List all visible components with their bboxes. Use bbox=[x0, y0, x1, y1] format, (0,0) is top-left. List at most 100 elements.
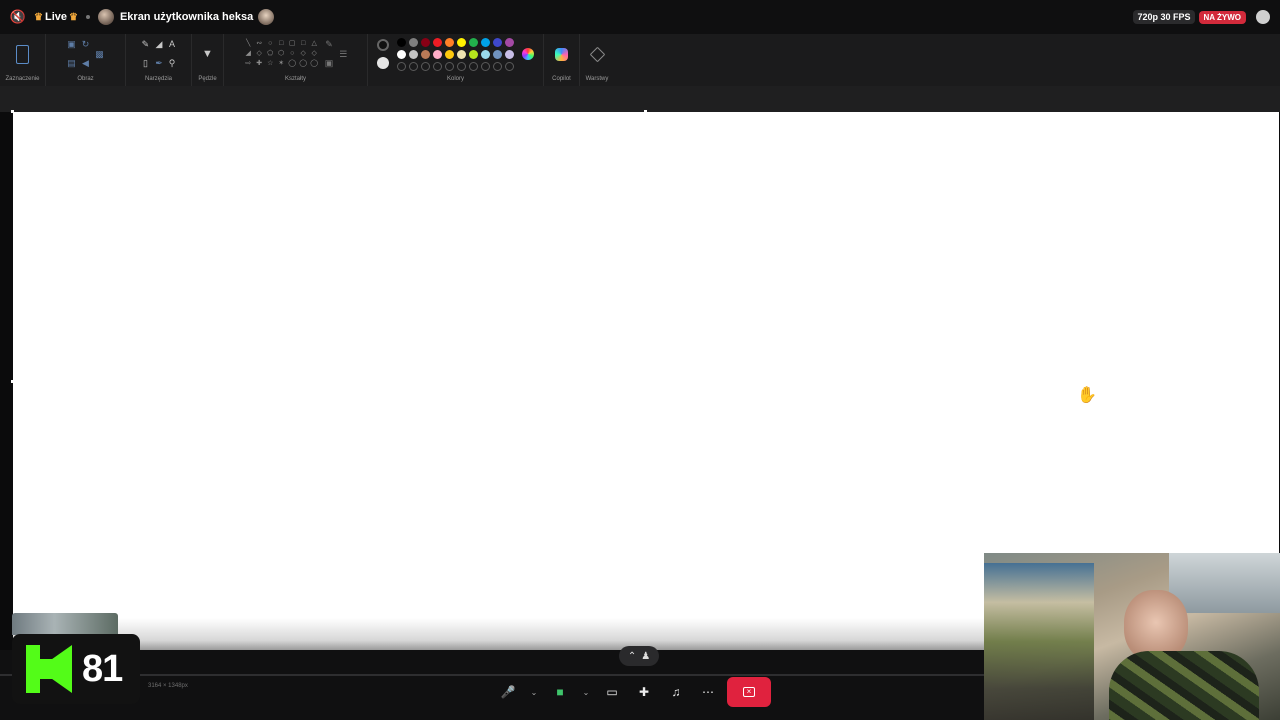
palette-color-swatch[interactable] bbox=[445, 37, 454, 47]
soundboard-button[interactable]: ♫ bbox=[663, 679, 689, 705]
separator-dot bbox=[85, 15, 90, 19]
color-picker-icon[interactable]: ✒ bbox=[155, 59, 163, 68]
selection-group-label: Zaznaczenie bbox=[5, 76, 40, 82]
canvas-resize-handle[interactable] bbox=[644, 110, 647, 113]
microphone-button[interactable]: 🎤 bbox=[495, 679, 521, 705]
rotate-icon[interactable]: ↻ bbox=[82, 40, 90, 49]
palette-color-swatch[interactable] bbox=[457, 37, 466, 47]
palette-color-swatch[interactable] bbox=[409, 49, 418, 59]
palette-color-swatch[interactable] bbox=[445, 49, 454, 59]
custom-color-slot[interactable] bbox=[445, 61, 454, 71]
text-icon[interactable]: A bbox=[169, 40, 175, 49]
webcam-person-body bbox=[1109, 651, 1259, 720]
crop-icon[interactable]: ▣ bbox=[67, 40, 76, 49]
canvas-resize-handle[interactable] bbox=[11, 110, 14, 113]
custom-color-slot[interactable] bbox=[469, 61, 478, 71]
palette-color-swatch[interactable] bbox=[493, 37, 502, 47]
palette-color-swatch[interactable] bbox=[493, 49, 502, 59]
more-icon: ⋯ bbox=[702, 685, 714, 699]
custom-color-slot[interactable] bbox=[481, 61, 490, 71]
magnifier-icon[interactable]: ⚲ bbox=[169, 59, 176, 68]
canvas-size-readout: 3164 × 1348px bbox=[148, 683, 188, 689]
custom-color-slot[interactable] bbox=[493, 61, 502, 71]
participant-thumbnail[interactable] bbox=[12, 613, 118, 635]
shapes-group-label: Kształty bbox=[284, 76, 306, 82]
webcam-background-shelf bbox=[984, 563, 1094, 720]
image-select-icon[interactable]: ▩ bbox=[95, 49, 104, 59]
custom-color-slot[interactable] bbox=[433, 61, 442, 71]
selection-icon[interactable] bbox=[16, 44, 29, 64]
resize-icon[interactable]: ▤ bbox=[67, 59, 76, 68]
canvas-resize-handle[interactable] bbox=[1276, 380, 1279, 383]
layers-icon[interactable] bbox=[589, 46, 605, 62]
palette-color-swatch[interactable] bbox=[469, 49, 478, 59]
palette-color-swatch[interactable] bbox=[505, 49, 514, 59]
palette-color-swatch[interactable] bbox=[421, 49, 430, 59]
palette-color-swatch[interactable] bbox=[481, 49, 490, 59]
colors-group: Kolory bbox=[368, 34, 544, 86]
camera-icon: ■ bbox=[556, 685, 564, 699]
palette-color-swatch[interactable] bbox=[457, 49, 466, 59]
primary-color-swatch[interactable] bbox=[377, 39, 389, 51]
live-label: Live bbox=[44, 11, 67, 23]
secondary-color-swatch[interactable] bbox=[377, 57, 389, 69]
camera-button[interactable]: ■ bbox=[547, 679, 573, 705]
palette-color-swatch[interactable] bbox=[481, 37, 490, 47]
leave-call-button[interactable]: × bbox=[727, 677, 771, 707]
image-group-label: Obraz bbox=[77, 76, 94, 82]
streamer-avatar[interactable] bbox=[258, 9, 275, 25]
webcam-background-chair bbox=[1169, 553, 1280, 613]
fill-icon[interactable]: ◢ bbox=[156, 40, 163, 49]
shapes-gallery[interactable]: ╲ ∾ ○ □ ▢ □ △ ◢ ◇ ⬠ ⬡ ○ ◇ ◇ ⇨ ✚ ☆ ✶ ◯ ◯ ◯ bbox=[244, 40, 319, 68]
paint-ribbon: Zaznaczenie ▣ ▤ ↻ ◀ ▩ Obraz ✎ ▯ ◢ ✒ A ⚲ Narzę… bbox=[0, 34, 1280, 86]
shapes-group: ╲ ∾ ○ □ ▢ □ △ ◢ ◇ ⬠ ⬡ ○ ◇ ◇ ⇨ ✚ ☆ ✶ ◯ ◯ ◯ ✎ ▣ ☰ Kształty bbox=[224, 34, 368, 86]
palette-color-swatch[interactable] bbox=[397, 49, 406, 59]
edit-colors-icon[interactable] bbox=[522, 48, 534, 60]
selection-group: Zaznaczenie bbox=[0, 34, 46, 86]
workspace-background bbox=[0, 86, 1280, 112]
palette-color-swatch[interactable] bbox=[397, 37, 406, 47]
shape-fill-icon[interactable]: ▣ bbox=[325, 59, 334, 68]
color-palette bbox=[397, 37, 514, 71]
colors-group-label: Kolory bbox=[446, 76, 464, 82]
palette-color-swatch[interactable] bbox=[433, 37, 442, 47]
palette-color-swatch[interactable] bbox=[409, 37, 418, 47]
eraser-icon[interactable]: ▯ bbox=[143, 59, 148, 68]
mute-speaker-icon[interactable]: 🔇 bbox=[8, 7, 28, 27]
custom-color-slot[interactable] bbox=[421, 61, 430, 71]
quality-badge[interactable]: 720p 30 FPS bbox=[1133, 10, 1195, 24]
kick-logo-icon bbox=[26, 645, 72, 693]
chat-bubble-icon[interactable] bbox=[1256, 10, 1270, 24]
camera-options-button[interactable]: ⌄ bbox=[579, 679, 593, 705]
palette-color-swatch[interactable] bbox=[433, 49, 442, 59]
screen-share-icon: ▭ bbox=[606, 685, 618, 699]
crown-icon: ♛ bbox=[68, 11, 78, 23]
viewer-count: 81 bbox=[82, 647, 123, 690]
copilot-group-label: Copilot bbox=[552, 76, 571, 82]
palette-color-swatch[interactable] bbox=[469, 37, 478, 47]
user-avatar[interactable] bbox=[97, 9, 114, 25]
call-controls: 🎤 ⌄ ■ ⌄ ▭ ✚ ♫ ⋯ × bbox=[495, 677, 780, 707]
more-options-button[interactable]: ⋯ bbox=[695, 679, 721, 705]
activities-button[interactable]: ✚ bbox=[631, 679, 657, 705]
status-divider bbox=[0, 674, 985, 676]
canvas-resize-handle[interactable] bbox=[11, 380, 14, 383]
microphone-icon: 🎤 bbox=[500, 685, 516, 699]
copilot-icon[interactable] bbox=[555, 47, 568, 61]
expand-participants-button[interactable]: ⌃ ♟ bbox=[619, 646, 659, 666]
stroke-size-icon[interactable]: ☰ bbox=[339, 49, 347, 59]
palette-color-swatch[interactable] bbox=[505, 37, 514, 47]
copilot-group: Copilot bbox=[544, 34, 580, 86]
custom-color-slot[interactable] bbox=[505, 61, 514, 71]
flip-icon[interactable]: ◀ bbox=[82, 59, 89, 68]
screen-share-button[interactable]: ▭ bbox=[599, 679, 625, 705]
outline-icon[interactable]: ✎ bbox=[325, 40, 333, 49]
canvas-shadow bbox=[13, 618, 985, 650]
custom-color-slot[interactable] bbox=[409, 61, 418, 71]
microphone-options-button[interactable]: ⌄ bbox=[527, 679, 541, 705]
custom-color-slot[interactable] bbox=[457, 61, 466, 71]
palette-color-swatch[interactable] bbox=[421, 37, 430, 47]
pencil-icon[interactable]: ✎ bbox=[142, 40, 150, 49]
brush-icon[interactable]: ▼ bbox=[202, 48, 213, 59]
custom-color-slot[interactable] bbox=[397, 61, 406, 71]
